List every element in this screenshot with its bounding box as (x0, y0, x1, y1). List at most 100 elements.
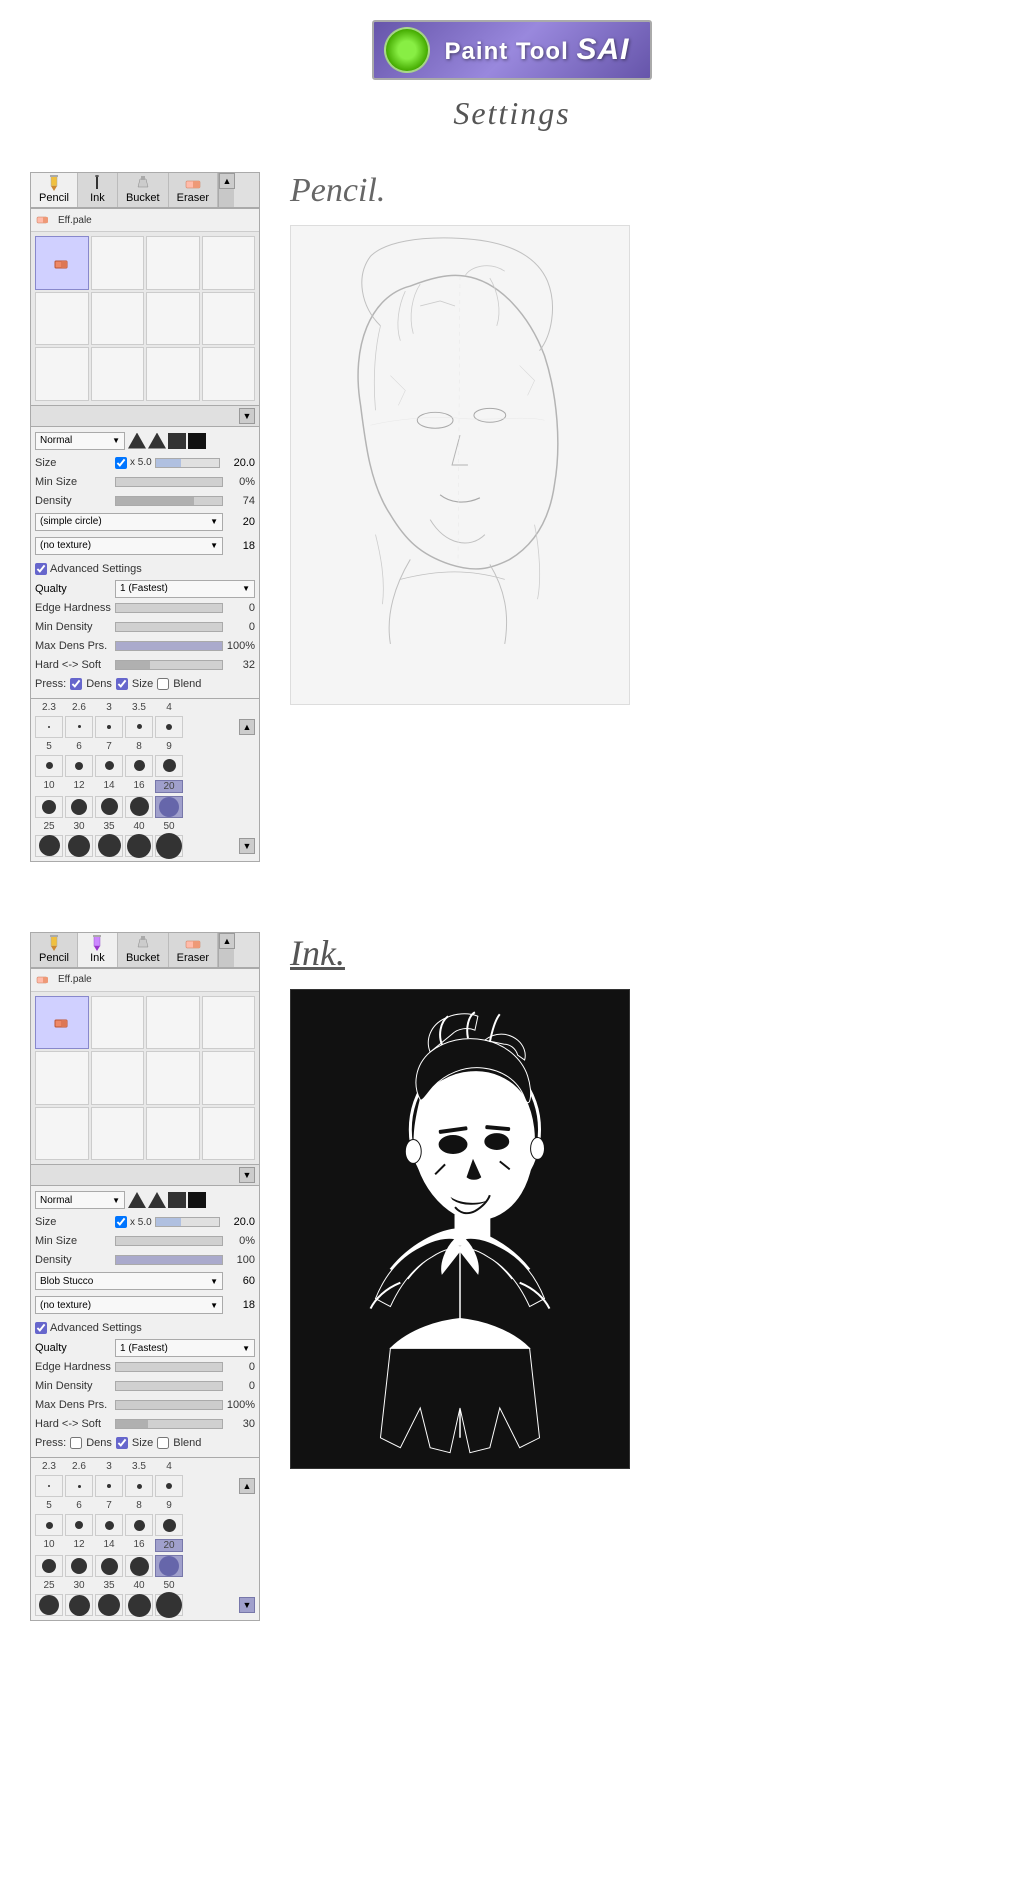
ink-press-blend-checkbox[interactable] (157, 1437, 169, 1449)
ink-shape-select[interactable]: Blob Stucco ▼ (35, 1272, 223, 1290)
blend-mode-select[interactable]: Normal ▼ (35, 432, 125, 450)
ink-brush-cell-3[interactable] (146, 996, 200, 1050)
ink-tab-bucket[interactable]: Bucket (118, 933, 169, 967)
brush-size-scroll-down[interactable]: ▼ (239, 838, 255, 854)
texture-select[interactable]: (no texture) ▼ (35, 537, 223, 555)
ink-brush-size-scroll-up[interactable]: ▲ (239, 1478, 255, 1494)
ink-size-checkbox[interactable] (115, 1216, 127, 1228)
scroll-up-btn[interactable]: ▲ (219, 173, 235, 189)
tab-eraser[interactable]: Eraser (169, 173, 218, 207)
ink-advanced-checkbox[interactable] (35, 1322, 47, 1334)
size-checkbox[interactable] (115, 457, 127, 469)
ink-brush-dot-5[interactable] (35, 1514, 63, 1536)
ink-brush-dot-3[interactable] (95, 1475, 123, 1497)
brush-dot-50[interactable] (155, 835, 183, 857)
ink-brush-cell-5[interactable] (35, 1051, 89, 1105)
ink-brush-cell-7[interactable] (146, 1051, 200, 1105)
ink-brush-dot-8[interactable] (125, 1514, 153, 1536)
press-blend-checkbox[interactable] (157, 678, 169, 690)
brush-cell-1[interactable] (35, 236, 89, 290)
ink-brush-dot-16[interactable] (125, 1555, 153, 1577)
brush-dot-3.5[interactable] (125, 716, 153, 738)
ink-brush-dot-14[interactable] (95, 1555, 123, 1577)
brush-cell-2[interactable] (91, 236, 145, 290)
ink-brush-dot-20[interactable] (155, 1555, 183, 1577)
ink-brush-dot-30[interactable] (65, 1594, 93, 1616)
ink-tab-pencil[interactable]: Pencil (31, 933, 78, 967)
brush-cell-3[interactable] (146, 236, 200, 290)
ink-brush-dot-9[interactable] (155, 1514, 183, 1536)
ink-brush-dot-7[interactable] (95, 1514, 123, 1536)
brush-dot-5[interactable] (35, 755, 63, 777)
press-size-checkbox[interactable] (116, 678, 128, 690)
brush-dot-16[interactable] (125, 796, 153, 818)
ink-edge-hardness-value: 0 (223, 1361, 255, 1373)
ink-scroll-up-btn[interactable]: ▲ (219, 933, 235, 949)
brush-dot-7[interactable] (95, 755, 123, 777)
brush-dot-30[interactable] (65, 835, 93, 857)
brush-size-scroll-up[interactable]: ▲ (239, 719, 255, 735)
brush-dot-20[interactable] (155, 796, 183, 818)
brush-cell-4[interactable] (202, 236, 256, 290)
brush-dot-2.6[interactable] (65, 716, 93, 738)
advanced-checkbox[interactable] (35, 563, 47, 575)
ink-brush-dot-3.5[interactable] (125, 1475, 153, 1497)
ink-brush-dot-2.3[interactable] (35, 1475, 63, 1497)
press-dens-checkbox[interactable] (70, 678, 82, 690)
ink-brush-dot-12[interactable] (65, 1555, 93, 1577)
brush-dot-8[interactable] (125, 755, 153, 777)
brush-dot-6[interactable] (65, 755, 93, 777)
ink-tab-eraser[interactable]: Eraser (169, 933, 218, 967)
tab-pencil[interactable]: Pencil (31, 173, 78, 207)
tab-ink[interactable]: Ink (78, 173, 118, 207)
brush-dot-40[interactable] (125, 835, 153, 857)
ink-texture-select[interactable]: (no texture) ▼ (35, 1296, 223, 1314)
ink-brush-dot-10[interactable] (35, 1555, 63, 1577)
ink-brush-size-scroll-down[interactable]: ▼ (239, 1597, 255, 1613)
ink-brush-cell-12[interactable] (202, 1107, 256, 1161)
ink-brush-cell-10[interactable] (91, 1107, 145, 1161)
density-bar (115, 496, 223, 506)
brush-dot-14[interactable] (95, 796, 123, 818)
shape-select[interactable]: (simple circle) ▼ (35, 513, 223, 531)
ink-qualty-select[interactable]: 1 (Fastest) ▼ (115, 1339, 255, 1357)
brush-dot-12[interactable] (65, 796, 93, 818)
brush-cell-11[interactable] (146, 347, 200, 401)
tab-bucket[interactable]: Bucket (118, 173, 169, 207)
brush-cell-6[interactable] (91, 292, 145, 346)
brush-grid-scroll[interactable]: ▼ (239, 408, 255, 424)
brush-cell-5[interactable] (35, 292, 89, 346)
brush-dot-2.3[interactable] (35, 716, 63, 738)
ink-brush-cell-9[interactable] (35, 1107, 89, 1161)
brush-dot-9[interactable] (155, 755, 183, 777)
brush-dot-4[interactable] (155, 716, 183, 738)
brush-cell-8[interactable] (202, 292, 256, 346)
ink-brush-cell-4[interactable] (202, 996, 256, 1050)
ink-tab-ink[interactable]: Ink (78, 933, 118, 967)
brush-cell-12[interactable] (202, 347, 256, 401)
brush-dot-3[interactable] (95, 716, 123, 738)
ink-brush-cell-6[interactable] (91, 1051, 145, 1105)
brush-dot-10[interactable] (35, 796, 63, 818)
ink-brush-dot-6[interactable] (65, 1514, 93, 1536)
ink-brush-cell-11[interactable] (146, 1107, 200, 1161)
brush-cell-7[interactable] (146, 292, 200, 346)
ink-brush-dot-40[interactable] (125, 1594, 153, 1616)
qualty-select[interactable]: 1 (Fastest) ▼ (115, 580, 255, 598)
ink-brush-dot-25[interactable] (35, 1594, 63, 1616)
ink-press-size-checkbox[interactable] (116, 1437, 128, 1449)
ink-press-dens-checkbox[interactable] (70, 1437, 82, 1449)
ink-brush-dot-2.6[interactable] (65, 1475, 93, 1497)
brush-dot-35[interactable] (95, 835, 123, 857)
ink-brush-dot-35[interactable] (95, 1594, 123, 1616)
ink-brush-dot-50[interactable] (155, 1594, 183, 1616)
ink-blend-mode-select[interactable]: Normal ▼ (35, 1191, 125, 1209)
ink-brush-cell-2[interactable] (91, 996, 145, 1050)
ink-brush-dot-4[interactable] (155, 1475, 183, 1497)
brush-cell-9[interactable] (35, 347, 89, 401)
brush-cell-10[interactable] (91, 347, 145, 401)
ink-brush-cell-8[interactable] (202, 1051, 256, 1105)
ink-brush-grid-scroll[interactable]: ▼ (239, 1167, 255, 1183)
ink-brush-cell-1[interactable] (35, 996, 89, 1050)
brush-dot-25[interactable] (35, 835, 63, 857)
